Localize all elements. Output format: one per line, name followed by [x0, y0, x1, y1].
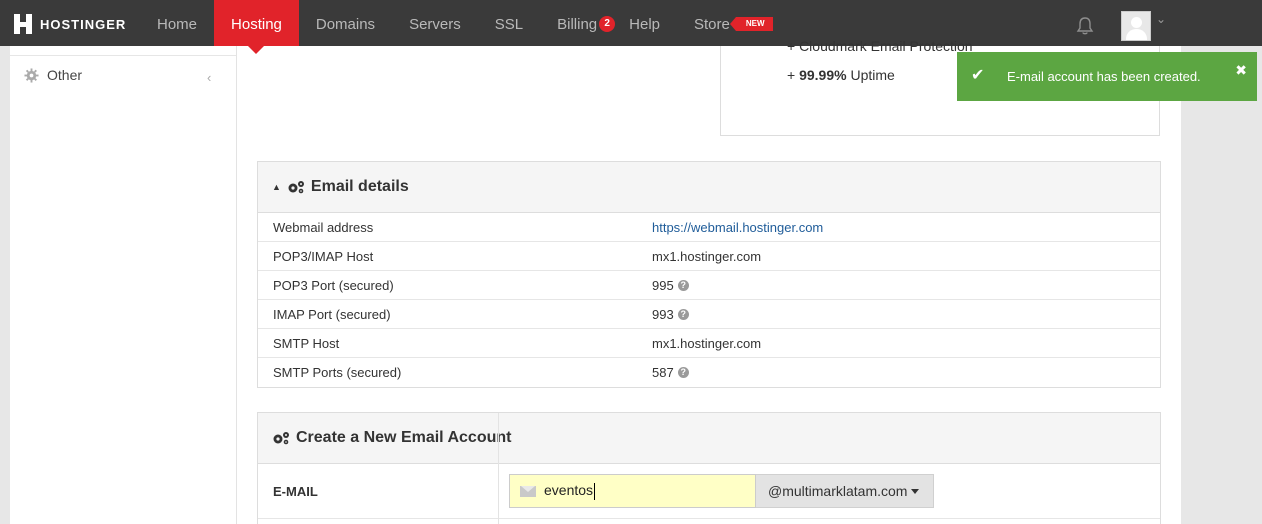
row-key: Webmail address: [273, 220, 374, 235]
domain-dropdown-label: @multimarklatam.com: [768, 483, 908, 499]
row-key: POP3 Port (secured): [273, 278, 394, 293]
nav-home[interactable]: Home: [140, 0, 214, 46]
chevron-down-icon[interactable]: ⌄: [1156, 12, 1166, 26]
create-email-header: Create a New Email Account: [258, 413, 1160, 464]
email-field-value: eventos: [544, 482, 596, 500]
form-divider: [498, 413, 499, 524]
table-row: POP3/IMAP Host mx1.hostinger.com: [258, 242, 1160, 271]
caret-down-icon: [911, 488, 920, 494]
avatar[interactable]: [1121, 11, 1151, 41]
nav-ssl[interactable]: SSL: [478, 0, 540, 46]
nav-store-label: Store: [694, 16, 730, 33]
sidebar-divider: [10, 55, 236, 56]
email-details-header[interactable]: ▲ Email details: [258, 162, 1160, 213]
sidebar: [10, 46, 237, 524]
gear-icon: [24, 67, 39, 83]
nav-domains[interactable]: Domains: [299, 0, 392, 46]
question-icon[interactable]: ?: [677, 367, 689, 378]
main-nav: Home Hosting Domains Servers SSL Billing…: [140, 0, 790, 54]
question-icon[interactable]: ?: [677, 280, 689, 291]
row-value: 993: [652, 307, 674, 322]
plan-feature-cut: + Cloudmark Email Protection: [787, 38, 973, 54]
envelope-icon: [520, 485, 536, 497]
success-toast: ✔ E-mail account has been created. ✖: [957, 52, 1257, 101]
row-value: mx1.hostinger.com: [652, 336, 762, 351]
right-gutter: [1181, 46, 1262, 524]
top-navbar: HOSTINGER Home Hosting Domains Servers S…: [0, 0, 1262, 54]
hostinger-logo-icon: [14, 14, 32, 34]
row-key: POP3/IMAP Host: [273, 249, 374, 264]
row-key: SMTP Ports (secured): [273, 365, 402, 380]
chevron-left-icon[interactable]: ‹: [207, 70, 211, 85]
table-row: SMTP Ports (secured) 587?: [258, 358, 1160, 387]
row-key: IMAP Port (secured): [273, 307, 391, 322]
question-icon[interactable]: ?: [677, 309, 689, 320]
check-icon: ✔: [971, 67, 985, 84]
sidebar-item-other[interactable]: Other: [24, 67, 82, 83]
nav-store[interactable]: Store NEW: [677, 0, 790, 46]
brand-name: HOSTINGER: [40, 16, 127, 32]
nav-billing-label: Billing: [557, 16, 598, 33]
nav-billing[interactable]: Billing 2: [540, 0, 619, 46]
uptime-value: 99.99%: [799, 67, 847, 83]
create-email-panel: Create a New Email Account E-MAIL evento…: [257, 412, 1161, 524]
row-value: 587: [652, 365, 674, 380]
webmail-link[interactable]: https://webmail.hostinger.com: [652, 220, 823, 235]
row-key: SMTP Host: [273, 336, 340, 351]
hostinger-logo[interactable]: HOSTINGER: [14, 14, 126, 34]
uptime-label: Uptime: [850, 67, 895, 83]
email-label: E-MAIL: [273, 484, 318, 499]
nav-hosting[interactable]: Hosting: [214, 0, 299, 54]
sidebar-item-label: Other: [47, 67, 83, 83]
row-value: 995: [652, 278, 674, 293]
collapse-caret-icon: ▲: [272, 182, 281, 192]
new-tag: NEW: [729, 16, 773, 31]
email-details-panel: ▲ Email details Webmail address https://…: [257, 161, 1161, 388]
table-row: SMTP Host mx1.hostinger.com: [258, 329, 1160, 358]
billing-badge: 2: [599, 15, 616, 32]
row-value: mx1.hostinger.com: [652, 249, 762, 264]
table-row: IMAP Port (secured) 993?: [258, 300, 1160, 329]
plan-feature-uptime: + 99.99% Uptime: [787, 67, 895, 83]
left-gutter: [0, 46, 10, 524]
close-icon[interactable]: ✖: [1235, 62, 1247, 79]
nav-servers[interactable]: Servers: [392, 0, 478, 46]
cogs-icon: [273, 432, 289, 445]
nav-help[interactable]: Help: [619, 0, 677, 46]
bell-icon[interactable]: [1075, 16, 1095, 36]
table-row: Webmail address https://webmail.hostinge…: [258, 213, 1160, 242]
panel-title: Create a New Email Account: [296, 429, 512, 446]
panel-title: Email details: [310, 178, 409, 195]
domain-dropdown[interactable]: @multimarklatam.com: [756, 474, 934, 508]
toast-message: E-mail account has been created.: [1007, 69, 1201, 84]
table-row: POP3 Port (secured) 995?: [258, 271, 1160, 300]
email-form-row: E-MAIL eventos @multimarklatam.com: [258, 464, 1160, 519]
email-field[interactable]: eventos: [509, 474, 756, 508]
cogs-icon: [288, 181, 304, 194]
